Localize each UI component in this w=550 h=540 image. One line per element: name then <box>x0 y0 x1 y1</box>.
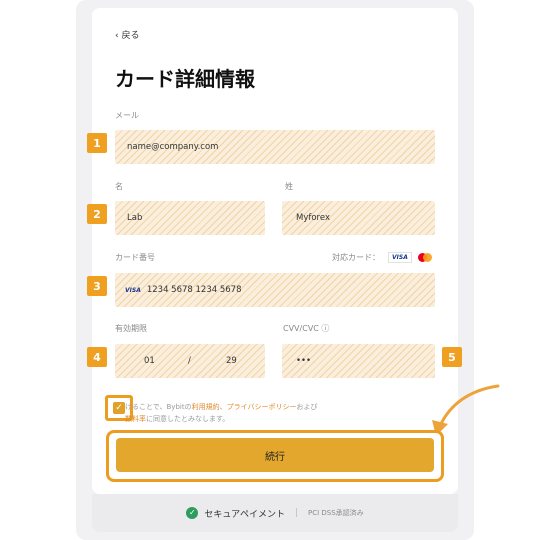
last-name-field[interactable]: Myforex <box>282 201 435 235</box>
step-badge-1: 1 <box>87 133 107 153</box>
back-link[interactable]: ‹ 戻る <box>115 28 139 41</box>
pci-dss-label: PCI DSS承認済み <box>308 509 364 517</box>
continue-button[interactable]: 続行 <box>116 438 434 472</box>
card-number-value: 1234 5678 1234 5678 <box>146 285 242 295</box>
supported-cards: 対応カード： VISA <box>332 252 432 263</box>
first-name-label: 名 <box>115 182 123 191</box>
expiry-separator: / <box>188 356 191 366</box>
shield-check-icon: ✓ <box>186 507 199 519</box>
cvv-field[interactable]: ••• <box>282 344 435 378</box>
last-name-label: 姓 <box>285 182 293 191</box>
terms-prefix: けることで、Bybitの <box>125 403 192 411</box>
terms-separator: 、 <box>219 403 227 411</box>
visa-icon: VISA <box>388 252 412 263</box>
email-label: メール <box>115 111 139 120</box>
step-badge-2: 2 <box>87 204 107 224</box>
first-name-field[interactable]: Lab <box>115 201 265 235</box>
step-badge-3: 3 <box>87 276 107 296</box>
expiry-label: 有効期限 <box>115 324 147 333</box>
page-title: カード詳細情報 <box>115 67 255 91</box>
mastercard-icon <box>417 253 432 262</box>
secure-payment-footer: ✓ セキュアペイメント | PCI DSS承認済み <box>92 494 458 532</box>
cvv-label: CVV/CVC ⓘ <box>283 324 330 333</box>
privacy-policy-link[interactable]: プライバシーポリシー <box>227 403 297 411</box>
expiry-year: 29 <box>226 356 237 366</box>
supported-cards-label: 対応カード： <box>332 253 380 262</box>
email-field[interactable]: name@company.com <box>115 130 435 164</box>
visa-mini-icon: VISA <box>125 286 141 294</box>
first-name-value: Lab <box>127 213 143 223</box>
footer-divider: | <box>294 508 298 518</box>
expiry-month: 01 <box>144 356 155 366</box>
terms-text: けることで、Bybitの利用規約、プライバシーポリシーおよび 数料率に同意したと… <box>125 401 395 425</box>
fee-rate-link[interactable]: 数料率 <box>125 415 146 423</box>
terms-suffix: に同意したとみなします。 <box>146 415 230 423</box>
step-badge-5: 5 <box>442 347 462 367</box>
step-badge-4: 4 <box>87 347 107 367</box>
email-value: name@company.com <box>127 142 219 152</box>
terms-mid: および <box>296 403 318 411</box>
expiry-field[interactable]: 01 / 29 <box>115 344 265 378</box>
cvv-value: ••• <box>296 356 312 366</box>
terms-checkbox[interactable]: ✓ <box>113 402 125 414</box>
last-name-value: Myforex <box>296 213 330 223</box>
card-number-field[interactable]: VISA 1234 5678 1234 5678 <box>115 273 435 307</box>
card-number-label: カード番号 <box>115 253 155 262</box>
terms-of-use-link[interactable]: 利用規約 <box>192 403 220 411</box>
secure-payment-label: セキュアペイメント <box>204 509 285 520</box>
